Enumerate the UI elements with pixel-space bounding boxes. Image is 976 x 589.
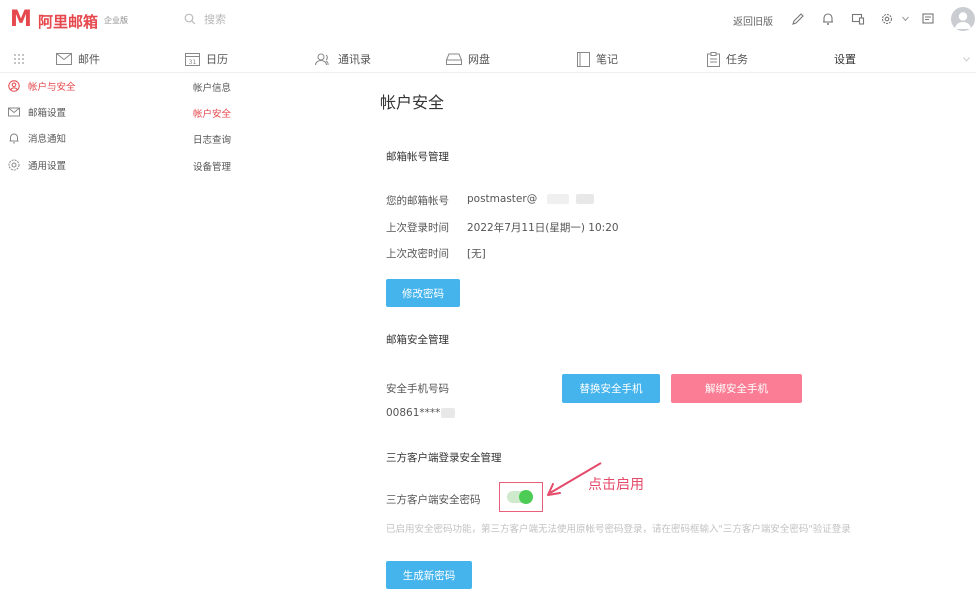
drive-icon [446, 53, 462, 65]
change-password-button[interactable]: 修改密码 [386, 279, 460, 307]
sidebar-item-mailbox-settings[interactable]: 邮箱设置 [8, 104, 66, 120]
sidebar-item-label: 邮箱设置 [28, 108, 67, 119]
sidebar-item-label: 通用设置 [28, 161, 67, 172]
bell-icon [9, 133, 19, 144]
svg-text:31: 31 [189, 59, 197, 66]
chevron-down-icon[interactable] [902, 16, 909, 22]
pen-icon[interactable] [791, 12, 805, 26]
toggle-knob[interactable] [519, 490, 533, 504]
sidebar-item-notifications[interactable]: 消息通知 [8, 130, 66, 146]
message-icon[interactable] [921, 12, 935, 26]
search-icon [184, 13, 196, 25]
search-input[interactable] [204, 11, 324, 27]
sidebar-item-label: 帐户与安全 [28, 82, 76, 93]
unbind-security-phone-button[interactable]: 解绑安全手机 [671, 374, 802, 403]
logo-badge: 企业版 [104, 16, 128, 25]
last-change-label: 上次改密时间 [386, 248, 449, 260]
nav-mail[interactable]: 邮件 [56, 46, 100, 72]
notes-icon [577, 51, 590, 67]
nav-divider [0, 72, 976, 73]
avatar[interactable] [951, 7, 975, 31]
back-to-old-version-link[interactable]: 返回旧版 [733, 13, 773, 28]
nav-calendar-label: 日历 [206, 53, 228, 66]
last-change-value: [无] [467, 248, 486, 260]
third-party-hint: 已启用安全密码功能，第三方客户端无法使用原帐号密码登录，请在密码框输入"三方客户… [386, 524, 851, 535]
devices-icon[interactable] [851, 12, 865, 26]
logo-mark: M [10, 7, 32, 32]
last-login-label: 上次登录时间 [386, 222, 449, 234]
contacts-icon [315, 53, 329, 66]
sidebar-item-account-security[interactable]: 帐户与安全 [8, 78, 76, 94]
section-title-third-party: 三方客户端登录安全管理 [386, 452, 502, 464]
annotation-text: 点击启用 [588, 477, 644, 493]
nav-calendar[interactable]: 31 日历 [185, 46, 228, 72]
subnav-log-query[interactable]: 日志查询 [193, 132, 231, 146]
chevron-down-icon[interactable] [963, 57, 970, 62]
account-label: 您的邮箱帐号 [386, 195, 449, 207]
account-value: postmaster@ [467, 193, 594, 205]
nav-mail-label: 邮件 [78, 53, 100, 66]
gear-icon [8, 159, 20, 171]
sidebar-item-general-settings[interactable]: 通用设置 [8, 157, 66, 173]
section-title-mailbox-account: 邮箱帐号管理 [386, 151, 449, 163]
nav-contacts-label: 通讯录 [338, 53, 371, 66]
subnav-device-management[interactable]: 设备管理 [193, 159, 231, 173]
sidebar-item-label: 消息通知 [28, 134, 67, 145]
last-login-value: 2022年7月11日(星期一) 10:20 [467, 222, 619, 234]
page-title: 帐户安全 [380, 93, 445, 112]
nav-contacts[interactable]: 通讯录 [314, 46, 371, 72]
replace-security-phone-button[interactable]: 替换安全手机 [562, 374, 660, 403]
section-title-mailbox-security: 邮箱安全管理 [386, 334, 449, 346]
redacted-domain [546, 194, 569, 204]
nav-drive-label: 网盘 [468, 53, 490, 66]
mail-icon [56, 53, 72, 65]
security-phone-label: 安全手机号码 [386, 383, 449, 395]
subnav-account-info[interactable]: 帐户信息 [193, 80, 231, 94]
user-icon [955, 12, 971, 29]
nav-settings[interactable]: 设置 [834, 46, 856, 72]
redacted-phone [441, 408, 456, 418]
logo-text: 阿里邮箱 [38, 13, 99, 31]
main-nav: 邮件 31 日历 通讯录 网盘 笔记 任务 设置 [0, 46, 976, 72]
nav-tasks-label: 任务 [726, 53, 748, 66]
nav-notes[interactable]: 笔记 [577, 46, 618, 72]
top-bar: M 阿里邮箱 企业版 返回旧版 [0, 0, 976, 40]
mail-settings-icon [8, 107, 20, 117]
calendar-icon: 31 [185, 53, 200, 66]
subnav-account-security[interactable]: 帐户安全 [193, 106, 231, 120]
gear-icon[interactable] [880, 12, 894, 26]
bell-icon[interactable] [821, 12, 835, 26]
nav-tasks[interactable]: 任务 [707, 46, 748, 72]
apps-grid-icon[interactable] [13, 53, 25, 65]
third-party-password-label: 三方客户端安全密码 [386, 494, 481, 506]
nav-settings-label: 设置 [834, 53, 856, 66]
redacted-domain-2 [575, 194, 594, 204]
clipboard-icon [707, 51, 720, 67]
security-phone-value: 00861**** [386, 407, 456, 419]
nav-notes-label: 笔记 [596, 53, 618, 66]
nav-drive[interactable]: 网盘 [446, 46, 490, 72]
user-circle-icon [8, 80, 20, 92]
